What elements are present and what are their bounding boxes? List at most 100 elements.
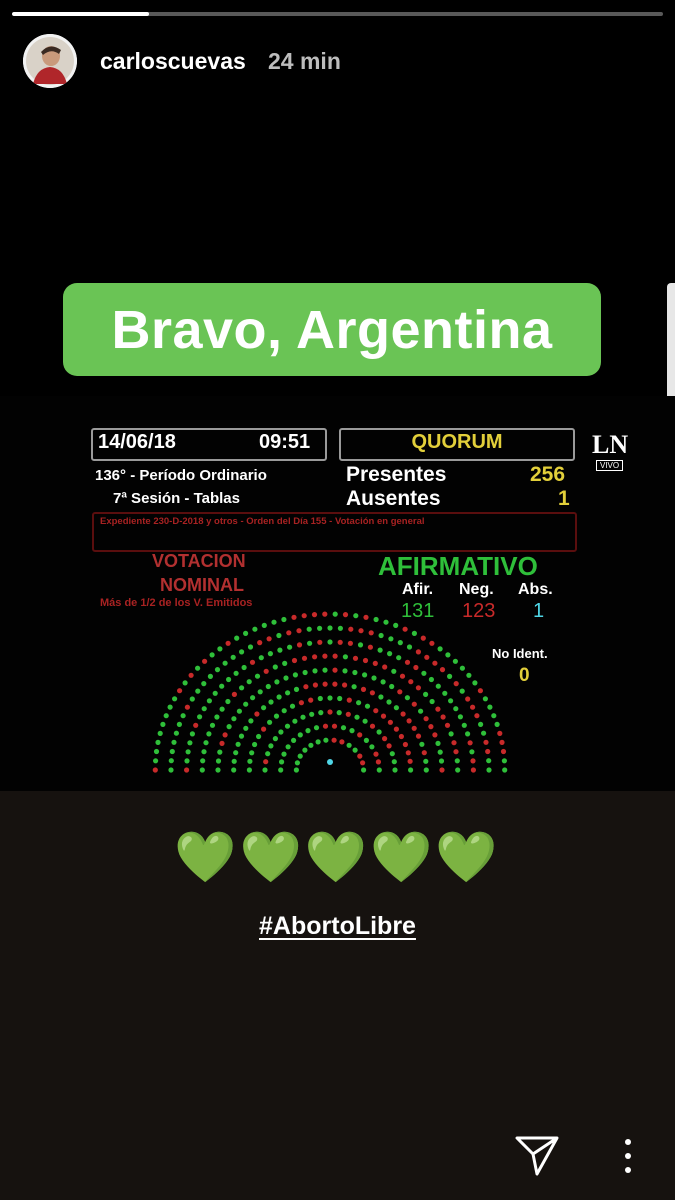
seat-dot: [308, 742, 314, 748]
seat-dot: [215, 758, 222, 764]
seat-dot: [219, 683, 225, 689]
seat-dot: [455, 767, 461, 773]
hashtag-link[interactable]: #AbortoLibre: [0, 912, 675, 941]
seat-dot: [400, 711, 406, 717]
seat-dot: [231, 716, 237, 722]
seat-dot: [236, 708, 242, 714]
seat-dot: [277, 647, 283, 653]
seat-dot: [209, 652, 215, 658]
seat-dot: [225, 640, 231, 646]
seat-dot: [420, 635, 426, 641]
seat-dot: [472, 680, 478, 686]
seat-dot: [247, 758, 253, 764]
seat-dot: [402, 626, 408, 632]
seat-dot: [432, 732, 438, 738]
seat-dot: [346, 742, 352, 748]
seat-dot: [445, 652, 451, 658]
seat-dot: [206, 698, 212, 704]
seat-dot: [268, 699, 274, 705]
seat-dot: [413, 664, 419, 671]
seat-dot: [339, 739, 345, 745]
seat-dot: [252, 626, 258, 632]
seat-dot: [411, 630, 417, 636]
seat-dot: [287, 644, 293, 650]
seat-dot: [282, 660, 288, 666]
seat-dot: [332, 611, 338, 617]
seat-dot: [312, 682, 318, 688]
seat-dot: [293, 767, 299, 773]
seat-dot: [345, 711, 351, 717]
seat-dot: [470, 758, 476, 764]
seat-dot: [184, 767, 190, 773]
seat-dot: [296, 628, 302, 634]
avatar[interactable]: [23, 34, 77, 88]
seat-dot: [369, 690, 375, 696]
seat-dot: [419, 741, 425, 747]
seat-dot: [362, 718, 368, 724]
seat-dot: [301, 655, 308, 661]
seat-dot: [195, 665, 201, 671]
seat-dot: [351, 684, 357, 690]
seat-dot: [309, 711, 315, 717]
seat-dot: [238, 733, 245, 739]
seat-dot: [317, 625, 323, 631]
seat-dot: [500, 748, 507, 755]
seat-dot: [454, 758, 460, 764]
seat-dot: [303, 684, 309, 690]
seat-dot: [243, 725, 249, 731]
seat-dot: [193, 722, 199, 728]
seat-dot: [477, 688, 483, 694]
seat-dot: [180, 713, 186, 719]
seat-dot: [226, 676, 232, 683]
seat-dot: [336, 710, 342, 716]
seat-dot: [207, 673, 213, 679]
seat-dot: [315, 739, 321, 745]
seat-dot: [176, 721, 182, 727]
username[interactable]: carloscuevas: [100, 48, 246, 75]
seat-dot: [393, 622, 399, 628]
seat-dot: [356, 700, 362, 706]
session-period: 136° - Período Ordinario: [95, 467, 267, 484]
seat-dot: [241, 664, 247, 671]
seat-dot: [467, 740, 473, 746]
seat-dot: [432, 660, 438, 666]
seat-dot: [368, 630, 374, 636]
seat-dot: [246, 679, 252, 685]
seat-dot: [233, 750, 239, 756]
seat-dot: [243, 701, 249, 707]
votacion-label: VOTACION: [152, 551, 246, 571]
seat-dot: [168, 758, 174, 764]
session-type: 7ª Sesión - Tablas: [113, 490, 240, 507]
nominal-label: NOMINAL: [160, 575, 244, 595]
seat-dot: [261, 622, 267, 628]
seat-dot: [285, 690, 291, 696]
seat-dot: [157, 730, 163, 736]
seat-dot: [373, 708, 379, 714]
seat-dot: [347, 640, 353, 646]
seat-dot: [348, 626, 354, 632]
seat-dot: [327, 625, 333, 631]
seat-dot: [201, 706, 207, 712]
send-icon[interactable]: [513, 1134, 561, 1178]
seat-dot: [231, 691, 237, 697]
seat-dot: [362, 672, 368, 678]
seat-dot: [392, 767, 398, 773]
seat-dot: [482, 696, 488, 702]
seat-dot: [258, 655, 264, 661]
seat-dot: [327, 695, 333, 701]
seat-dot: [215, 767, 221, 773]
seat-dot: [387, 719, 393, 725]
quorum-label: QUORUM: [411, 431, 503, 453]
seat-dot: [226, 724, 232, 730]
seat-dot: [305, 728, 311, 734]
seat-dot: [267, 719, 273, 725]
seat-dot: [444, 722, 451, 728]
seat-dot: [257, 640, 263, 646]
seat-dot: [342, 654, 348, 660]
seat-dot: [233, 670, 239, 676]
seat-dot: [262, 767, 268, 773]
seat-dot: [435, 706, 441, 712]
seat-dot: [448, 731, 454, 737]
seat-dot: [197, 714, 203, 720]
more-options-icon[interactable]: [616, 1136, 640, 1176]
